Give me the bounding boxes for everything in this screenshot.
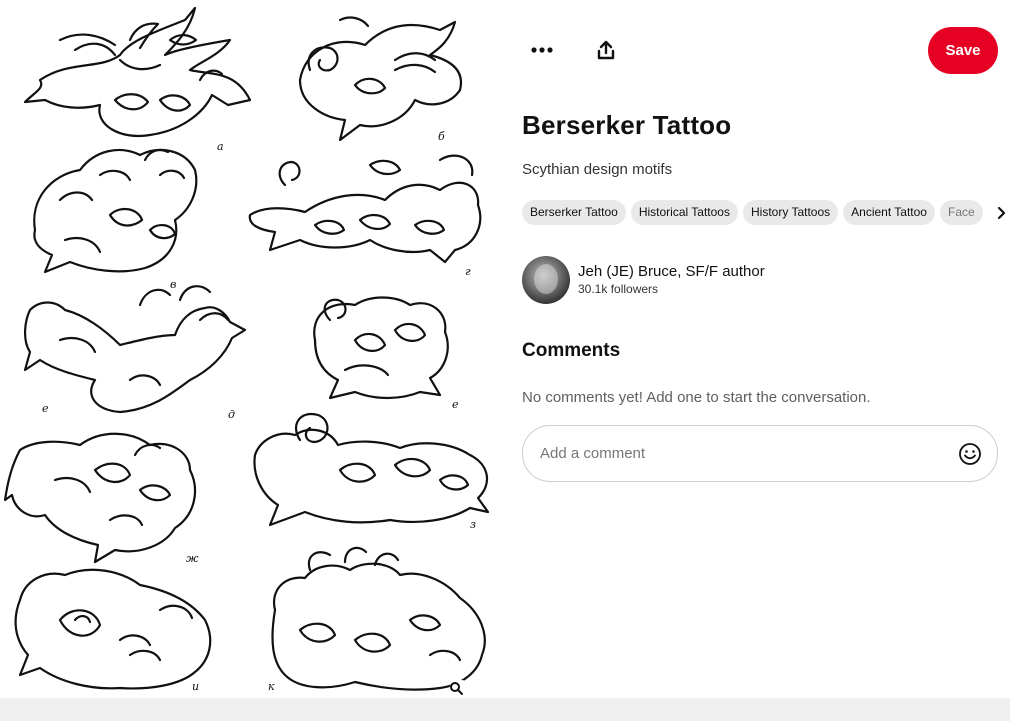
pin-title: Berserker Tattoo xyxy=(522,110,732,140)
avatar[interactable] xyxy=(522,256,570,304)
pin-description: Scythian design motifs xyxy=(522,161,673,178)
figure-letter: к xyxy=(268,680,275,693)
figure-letter: е xyxy=(452,398,459,411)
figure-letter: в xyxy=(170,278,176,291)
comment-box xyxy=(522,425,998,482)
motif-a xyxy=(23,6,252,138)
visual-search-icon xyxy=(450,682,463,695)
motif-c xyxy=(33,148,198,274)
tag-chip[interactable]: Ancient Tattoo xyxy=(843,200,935,225)
tag-chip[interactable]: Historical Tattoos xyxy=(630,200,738,225)
tag-chip[interactable]: Face xyxy=(939,200,983,225)
figure-letter: б xyxy=(438,130,445,143)
figure-letter: ж xyxy=(186,552,199,565)
no-comments-text: No comments yet! Add one to start the co… xyxy=(522,389,871,406)
emoji-smile-icon xyxy=(959,442,981,465)
motif-d xyxy=(248,154,482,264)
pin-toolbar xyxy=(522,30,626,70)
figure-letter: д xyxy=(228,408,235,421)
motif-h xyxy=(253,412,490,527)
more-horizontal-icon xyxy=(531,47,553,53)
creator-name[interactable]: Jeh (JE) Bruce, SF/F author xyxy=(578,263,765,281)
tag-chip[interactable]: History Tattoos xyxy=(742,200,839,225)
share-button[interactable] xyxy=(586,30,626,70)
scythian-motifs-drawing: а б в г е д е ж з и к xyxy=(3,6,490,693)
pin-details: Save Berserker Tattoo Scythian design mo… xyxy=(500,0,1010,698)
creator-text: Jeh (JE) Bruce, SF/F author 30.1k follow… xyxy=(578,263,765,297)
motif-g xyxy=(3,432,197,564)
figure-letter: е xyxy=(42,402,49,415)
figure-letter: и xyxy=(192,680,199,693)
save-button[interactable]: Save xyxy=(928,27,998,74)
motif-f xyxy=(313,296,449,400)
share-upload-icon xyxy=(597,40,615,60)
tag-chip[interactable]: Berserker Tattoo xyxy=(522,200,626,225)
creator-info[interactable]: Jeh (JE) Bruce, SF/F author 30.1k follow… xyxy=(522,256,765,304)
bottom-bar xyxy=(0,698,1010,721)
figure-letter: г xyxy=(465,265,471,278)
figure-letter: а xyxy=(217,140,224,153)
motif-i xyxy=(14,568,212,690)
emoji-button[interactable] xyxy=(957,441,983,467)
comment-input[interactable] xyxy=(540,445,957,462)
tags-scroll-right-button[interactable] xyxy=(984,200,1006,225)
creator-followers: 30.1k followers xyxy=(578,282,659,296)
figure-letter: з xyxy=(470,518,476,531)
comments-title: Comments xyxy=(522,340,621,361)
motif-e xyxy=(23,285,247,414)
pin-image[interactable]: а б в г е д е ж з и к xyxy=(0,0,500,698)
more-options-button[interactable] xyxy=(522,30,562,70)
motif-b xyxy=(298,16,463,142)
motif-k xyxy=(271,546,486,691)
chevron-right-icon xyxy=(997,206,1006,219)
related-tags: Berserker Tattoo Historical Tattoos Histor… xyxy=(522,200,1010,226)
